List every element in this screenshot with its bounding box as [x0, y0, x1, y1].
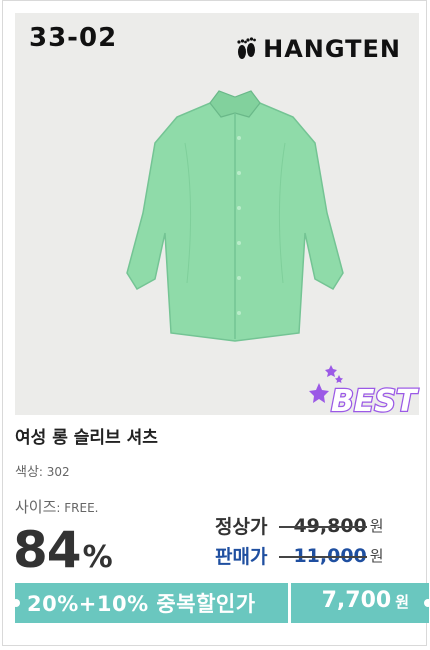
sale-price-row: 판매가 11,000 원: [215, 542, 384, 569]
discount-symbol: %: [82, 540, 113, 575]
sale-price-value: 11,000: [279, 545, 368, 567]
coupon-price-bar[interactable]: 20%+10% 중복할인가 7,700 원: [12, 583, 430, 623]
best-badge: BEST: [309, 365, 420, 420]
shirt-illustration: [126, 90, 344, 342]
regular-price-row: 정상가 49,800 원: [215, 512, 384, 539]
product-card[interactable]: 33-02 HANGTEN BEST 여성 롱 슬리브 셔츠 색상: 302 사…: [2, 0, 430, 646]
regular-price-value: 49,800: [279, 515, 368, 537]
final-price: 7,700 원: [322, 588, 409, 613]
size-value: : FREE.: [56, 501, 99, 515]
size-label: 사이즈: [15, 498, 57, 516]
bar-dot-right: [424, 599, 430, 607]
product-title[interactable]: 여성 롱 슬리브 셔츠: [15, 423, 158, 448]
coupon-text: 20%+10% 중복할인가: [27, 592, 256, 616]
color-info: 색상: 302: [15, 461, 70, 480]
final-price-currency: 원: [395, 593, 409, 611]
regular-price-label: 정상가: [215, 516, 268, 538]
brand-logo: HANGTEN: [235, 35, 401, 63]
size-info: 사이즈: FREE.: [15, 496, 98, 517]
coupon-text-panel: 20%+10% 중복할인가: [12, 583, 288, 623]
discount-number: 84: [13, 521, 82, 579]
sale-price-label: 판매가: [215, 546, 268, 568]
final-price-panel: 7,700 원: [291, 583, 430, 623]
brand-name: HANGTEN: [263, 35, 401, 63]
discount-rate: 84%: [13, 521, 113, 579]
product-image[interactable]: 33-02 HANGTEN BEST: [15, 13, 420, 420]
footprint-icon: [237, 37, 257, 59]
best-badge-text: BEST: [331, 384, 419, 419]
regular-price-currency: 원: [369, 517, 384, 535]
color-label: 색상: [15, 465, 39, 480]
sale-price-currency: 원: [369, 547, 384, 565]
product-code: 33-02: [29, 23, 118, 53]
color-value: : 302: [38, 465, 70, 479]
bar-dot-left: [12, 599, 20, 607]
final-price-value: 7,700: [321, 588, 392, 613]
